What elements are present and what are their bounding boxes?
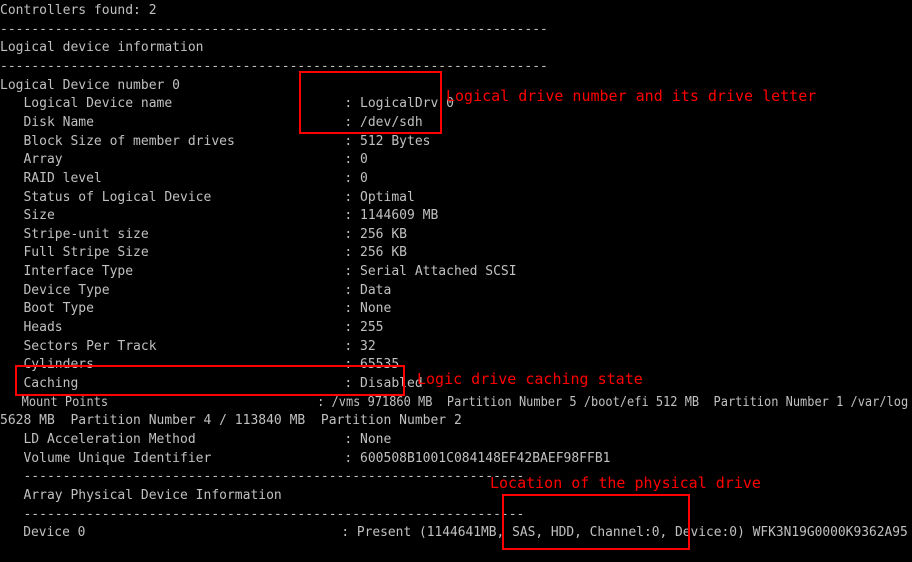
separator-line: ----------------------------------------… [0,506,525,522]
terminal-line: RAID level : 0 [0,170,368,186]
terminal-line: Array : 0 [0,152,368,168]
terminal-console[interactable]: Controllers found: 2 -------------------… [0,0,912,562]
terminal-line: Logical device information [0,40,204,56]
terminal-line: Interface Type : Serial Attached SCSI [0,264,517,280]
terminal-line: LD Acceleration Method : None [0,431,392,447]
separator-line: ----------------------------------------… [0,469,525,485]
mount-points-continued-line: 5628 MB Partition Number 4 / 113840 MB P… [0,413,462,429]
terminal-line: Status of Logical Device : Optimal [0,189,415,205]
separator-line: ----------------------------------------… [0,21,548,37]
terminal-line: Device Type : Data [0,282,392,298]
terminal-line: Controllers found: 2 [0,3,157,18]
terminal-line: Array Physical Device Information [0,487,282,503]
caching-annotation: Logic drive caching state [417,370,643,388]
physical-location-highlight-box [502,494,690,550]
terminal-line: Logical Device number 0 [0,77,181,93]
terminal-line: Heads : 255 [0,320,384,336]
terminal-line: Full Stripe Size : 256 KB [0,245,407,261]
drive-number-highlight-box [299,71,442,134]
physical-device-line: Device 0 : Present (1144641MB, SAS, HDD,… [0,525,908,541]
terminal-line: Sectors Per Track : 32 [0,338,376,354]
caching-highlight-box [15,365,405,396]
physical-location-annotation: Location of the physical drive [490,474,761,492]
terminal-line: Stripe-unit size : 256 KB [0,226,407,242]
terminal-line: Volume Unique Identifier : 600508B1001C0… [0,450,611,466]
mount-points-line: Mount Points : /vms 971860 MB Partition … [0,394,909,410]
terminal-line: Size : 1144609 MB [0,208,439,224]
terminal-line: Block Size of member drives : 512 Bytes [0,133,431,149]
terminal-line: Boot Type : None [0,301,392,317]
separator-line: ----------------------------------------… [0,58,548,74]
drive-number-annotation: Logical drive number and its drive lette… [446,87,817,105]
